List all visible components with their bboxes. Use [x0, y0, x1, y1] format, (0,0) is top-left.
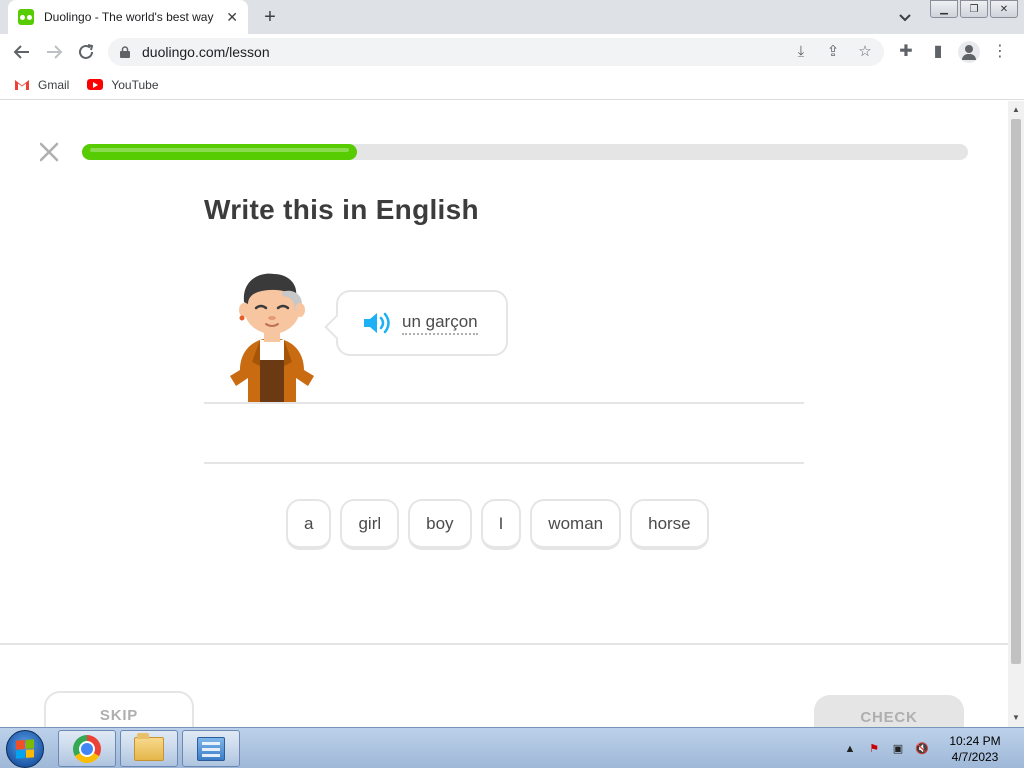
- gmail-icon: [15, 79, 29, 90]
- word-tile-i[interactable]: I: [480, 499, 522, 550]
- lesson-progress-bar: [82, 144, 968, 160]
- prompt-text[interactable]: un garçon: [402, 312, 478, 335]
- network-icon[interactable]: ▣: [890, 741, 906, 757]
- word-tile-a[interactable]: a: [286, 499, 332, 550]
- word-tile-horse[interactable]: horse: [630, 499, 709, 550]
- answer-line-bottom: [204, 462, 804, 464]
- bookmark-label: Gmail: [38, 77, 70, 92]
- windows-logo-icon: [16, 739, 34, 759]
- scroll-thumb[interactable]: [1011, 119, 1021, 664]
- taskbar-control-panel[interactable]: [182, 730, 240, 767]
- install-app-icon[interactable]: ⤓: [792, 43, 810, 61]
- close-lesson-icon[interactable]: [38, 141, 60, 163]
- tab-close-icon[interactable]: ✕: [226, 9, 238, 26]
- action-center-flag-icon[interactable]: ⚑: [866, 741, 882, 757]
- youtube-icon: [87, 79, 104, 90]
- bookmark-label: YouTube: [111, 77, 159, 92]
- taskbar-clock[interactable]: 10:24 PM 4/7/2023: [940, 733, 1010, 765]
- check-button[interactable]: CHECK: [814, 695, 964, 727]
- taskbar-chrome[interactable]: [58, 730, 116, 767]
- side-panel-icon[interactable]: ▮: [926, 40, 950, 64]
- duolingo-favicon-icon: [18, 9, 34, 25]
- forward-icon[interactable]: [42, 40, 66, 64]
- profile-avatar-icon[interactable]: [958, 41, 980, 63]
- tab-search-chevron-icon[interactable]: [894, 6, 916, 28]
- taskbar-file-explorer[interactable]: [120, 730, 178, 767]
- word-bank: a girl boy I woman horse: [286, 499, 709, 550]
- tab-title: Duolingo - The world's best way: [44, 10, 214, 24]
- windows-taskbar: ▲ ⚑ ▣ 🔇 10:24 PM 4/7/2023: [0, 727, 1024, 768]
- bookmark-gmail[interactable]: Gmail: [14, 78, 69, 92]
- control-panel-icon: [197, 736, 225, 761]
- word-tile-woman[interactable]: woman: [530, 499, 622, 550]
- word-tile-girl[interactable]: girl: [340, 499, 400, 550]
- share-icon[interactable]: ⇪: [824, 43, 842, 61]
- prompt-speech-bubble: un garçon: [336, 290, 508, 356]
- show-hidden-icons-icon[interactable]: ▲: [842, 741, 858, 757]
- address-bar[interactable]: duolingo.com/lesson ⤓ ⇪ ☆: [108, 38, 884, 66]
- scroll-down-icon[interactable]: ▼: [1008, 711, 1024, 725]
- progress-fill: [82, 144, 357, 160]
- restore-button[interactable]: ❐: [960, 0, 988, 18]
- new-tab-button[interactable]: +: [258, 5, 282, 29]
- lesson-page: Write this in English un garçon a girl b…: [0, 101, 1008, 727]
- speaker-audio-icon[interactable]: [362, 310, 392, 336]
- word-tile-boy[interactable]: boy: [408, 499, 472, 550]
- close-window-button[interactable]: ✕: [990, 0, 1018, 18]
- start-button[interactable]: [6, 730, 44, 768]
- scroll-up-icon[interactable]: ▲: [1008, 103, 1024, 117]
- extensions-puzzle-icon[interactable]: ✚: [894, 40, 918, 64]
- clock-time: 10:24 PM: [949, 734, 1001, 748]
- bookmark-star-icon[interactable]: ☆: [856, 43, 874, 61]
- file-explorer-icon: [134, 732, 164, 761]
- chrome-icon: [73, 734, 101, 763]
- bookmark-youtube[interactable]: YouTube: [87, 77, 159, 92]
- duo-character-illustration: [230, 273, 314, 403]
- menu-kebab-icon[interactable]: ⋮: [988, 40, 1012, 64]
- browser-toolbar: duolingo.com/lesson ⤓ ⇪ ☆ ✚ ▮ ⋮: [0, 34, 1024, 70]
- answer-line-top: [204, 402, 804, 404]
- window-controls: ▁ ❐ ✕: [928, 0, 1018, 18]
- bookmarks-bar: Gmail YouTube: [0, 70, 1024, 100]
- tab-strip: Duolingo - The world's best way ✕ + ▁ ❐ …: [0, 0, 1024, 34]
- system-tray: ▲ ⚑ ▣ 🔇: [842, 728, 930, 768]
- minimize-button[interactable]: ▁: [930, 0, 958, 18]
- skip-button[interactable]: SKIP: [44, 691, 194, 727]
- browser-tab[interactable]: Duolingo - The world's best way ✕: [8, 0, 248, 34]
- lesson-footer: SKIP CHECK: [0, 643, 1008, 727]
- volume-muted-icon[interactable]: 🔇: [914, 741, 930, 757]
- lock-icon[interactable]: [120, 46, 130, 58]
- reload-icon[interactable]: [74, 40, 98, 64]
- challenge-heading: Write this in English: [204, 194, 479, 225]
- clock-date: 4/7/2023: [951, 750, 999, 764]
- back-icon[interactable]: [10, 40, 34, 64]
- url-text: duolingo.com/lesson: [142, 44, 270, 60]
- page-scrollbar[interactable]: ▲ ▼: [1008, 101, 1024, 727]
